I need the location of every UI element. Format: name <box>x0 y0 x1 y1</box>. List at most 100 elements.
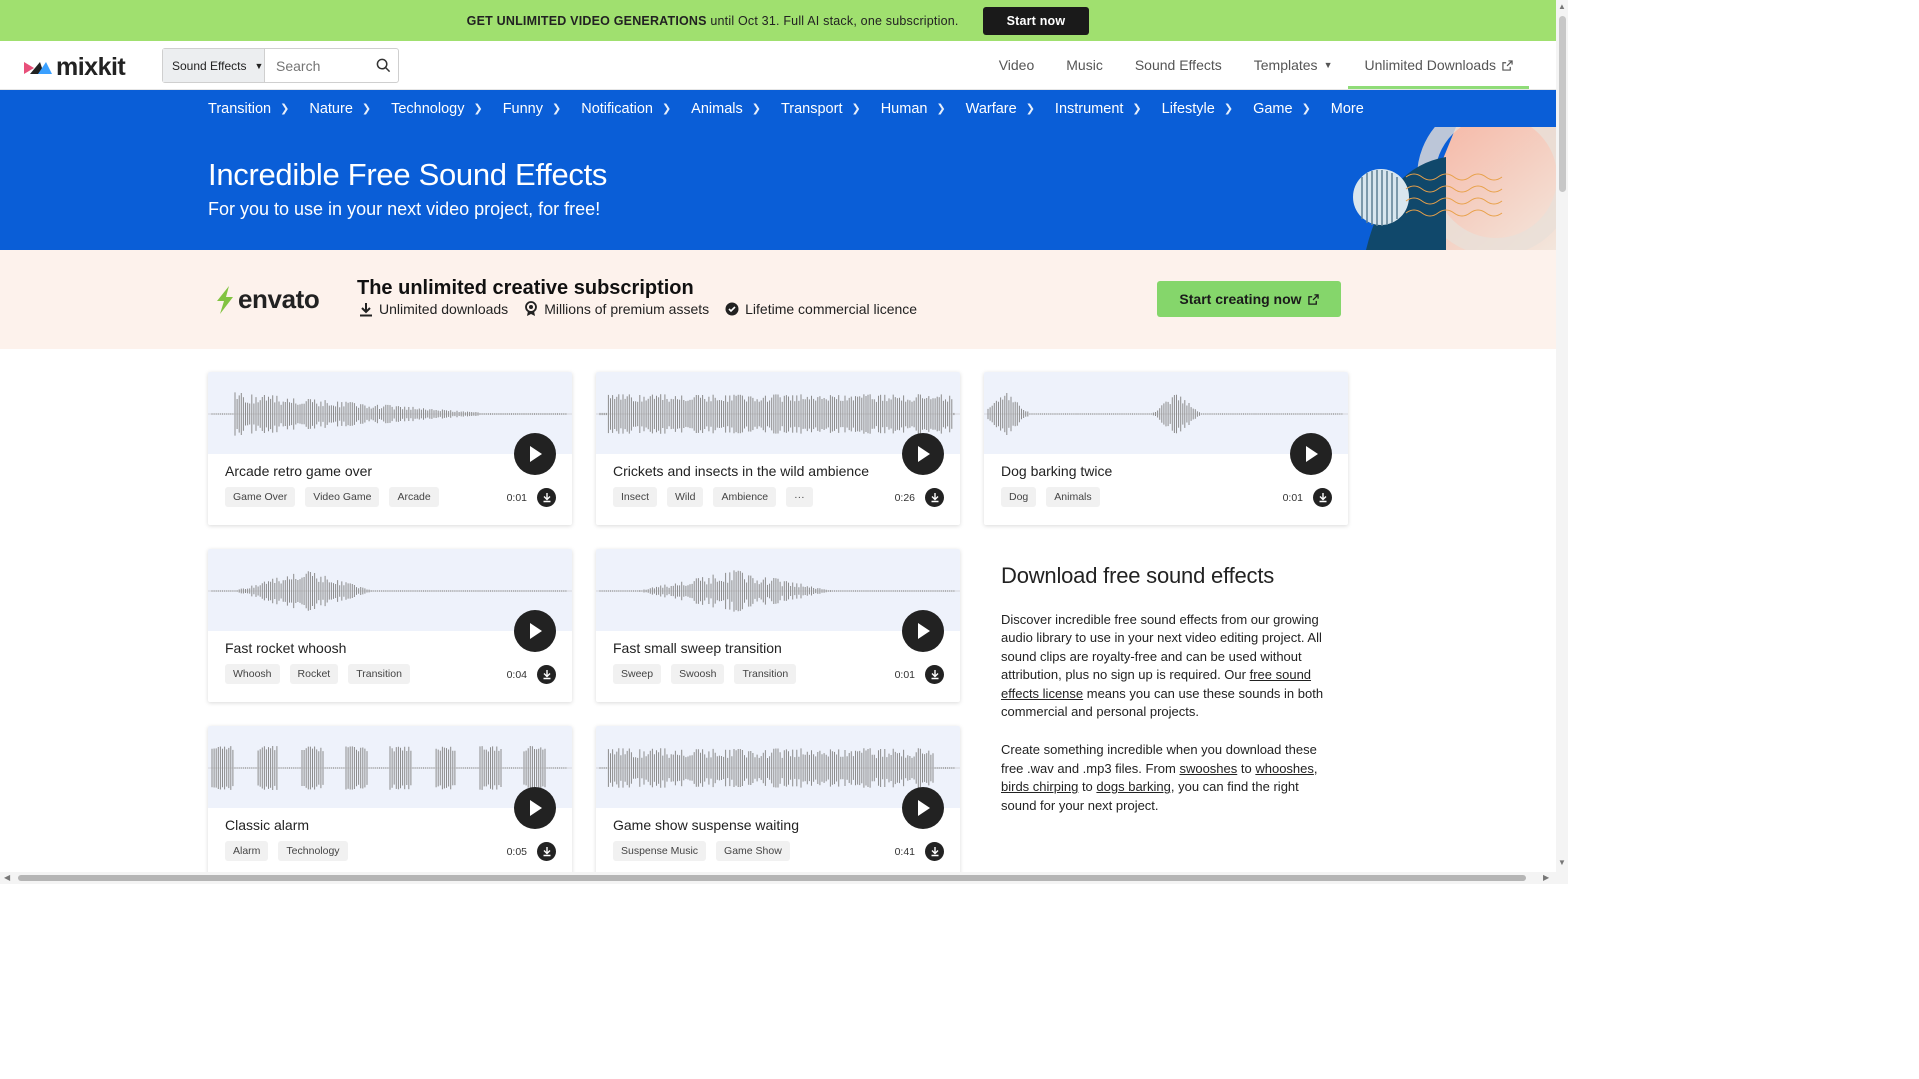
chevron-right-icon: ❯ <box>751 103 761 115</box>
tag[interactable]: Swoosh <box>671 664 725 684</box>
tag[interactable]: Game Show <box>716 841 790 861</box>
tag[interactable]: Whoosh <box>225 664 280 684</box>
play-button[interactable] <box>1290 433 1332 475</box>
search-category-select[interactable]: Sound Effects ▼ <box>163 49 265 82</box>
whooshes-link[interactable]: whooshes <box>1255 761 1314 776</box>
tag[interactable]: Insect <box>613 487 658 507</box>
nav-unlimited-downloads[interactable]: Unlimited Downloads <box>1348 41 1529 89</box>
download-button[interactable] <box>537 488 556 507</box>
search-input[interactable] <box>265 49 368 82</box>
duration: 0:01 <box>506 492 527 504</box>
mixkit-logo[interactable]: mixkit <box>24 53 126 82</box>
play-button[interactable] <box>902 433 944 475</box>
category-game[interactable]: Game ❯ <box>1253 101 1311 117</box>
horizontal-scrollbar[interactable]: ◀ ▶ <box>0 872 1568 884</box>
start-now-button[interactable]: Start now <box>982 6 1090 35</box>
tag[interactable]: Sweep <box>613 664 662 684</box>
sound-title[interactable]: Crickets and insects in the wild ambienc… <box>613 463 869 479</box>
hero-title: Incredible Free Sound Effects <box>208 157 608 192</box>
play-icon <box>1306 446 1318 462</box>
tag[interactable]: Technology <box>278 841 348 861</box>
play-button[interactable] <box>514 610 556 652</box>
sound-card[interactable]: Classic alarm Alarm Technology 0:05 <box>208 726 572 879</box>
tag[interactable]: Arcade <box>389 487 439 507</box>
chevron-right-icon: ❯ <box>661 103 672 115</box>
tag[interactable]: Wild <box>667 487 704 507</box>
category-more[interactable]: More <box>1331 101 1364 117</box>
category-notification[interactable]: Notification ❯ <box>581 101 671 117</box>
tag[interactable]: Alarm <box>225 841 269 861</box>
download-button[interactable] <box>925 488 944 507</box>
external-link-icon <box>1502 59 1513 71</box>
category-technology[interactable]: Technology ❯ <box>391 101 483 117</box>
sound-card[interactable]: Fast rocket whoosh Whoosh Rocket Transition… <box>208 549 572 702</box>
duration: 0:01 <box>894 669 915 681</box>
tag[interactable]: Game Over <box>225 487 296 507</box>
duration: 0:05 <box>506 846 527 858</box>
scroll-right-icon[interactable]: ▶ <box>1543 873 1549 882</box>
download-button[interactable] <box>925 842 944 861</box>
scroll-left-icon[interactable]: ◀ <box>4 873 10 882</box>
category-transport[interactable]: Transport ❯ <box>781 101 861 117</box>
download-button[interactable] <box>537 842 556 861</box>
nav-video[interactable]: Video <box>983 41 1051 89</box>
category-transition[interactable]: Transition ❯ <box>208 101 289 117</box>
horizontal-scroll-thumb[interactable] <box>18 875 1526 881</box>
sound-card[interactable]: Fast small sweep transition Sweep Swoosh Tr… <box>596 549 960 702</box>
tag[interactable]: Transition <box>734 664 797 684</box>
play-icon <box>530 623 542 639</box>
sound-title[interactable]: Fast small sweep transition <box>613 640 782 656</box>
tag[interactable]: Transition <box>348 664 410 684</box>
category-nature[interactable]: Nature ❯ <box>309 101 371 117</box>
download-button[interactable] <box>1313 488 1332 507</box>
sound-title[interactable]: Classic alarm <box>225 817 309 833</box>
category-instrument[interactable]: Instrument ❯ <box>1055 101 1142 117</box>
tag-list: Dog Animals <box>1001 487 1100 507</box>
vertical-scrollbar[interactable]: ▲ ▼ <box>1556 0 1568 872</box>
sound-title[interactable]: Dog barking twice <box>1001 463 1112 479</box>
chevron-right-icon: ❯ <box>552 103 562 115</box>
sound-title[interactable]: Arcade retro game over <box>225 463 372 479</box>
tag[interactable]: Dog <box>1001 487 1037 507</box>
sound-card[interactable]: Crickets and insects in the wild ambienc… <box>596 372 960 525</box>
sound-card[interactable]: Arcade retro game over Game Over Video Gam… <box>208 372 572 525</box>
promo-text: GET UNLIMITED VIDEO GENERATIONS until Oc… <box>466 13 959 28</box>
download-button[interactable] <box>925 665 944 684</box>
category-human[interactable]: Human ❯ <box>881 101 946 117</box>
birds-chirping-link[interactable]: birds chirping <box>1001 779 1078 794</box>
more-tags-button[interactable]: ··· <box>786 487 813 507</box>
category-animals[interactable]: Animals ❯ <box>691 101 761 117</box>
swooshes-link[interactable]: swooshes <box>1179 761 1237 776</box>
tag[interactable]: Animals <box>1046 487 1100 507</box>
dogs-barking-link[interactable]: dogs barking <box>1096 779 1170 794</box>
play-button[interactable] <box>902 610 944 652</box>
sound-card[interactable]: Game show suspense waiting Suspense Music… <box>596 726 960 879</box>
scroll-up-icon[interactable]: ▲ <box>1558 2 1566 11</box>
sound-card[interactable]: Dog barking twice Dog Animals 0:01 <box>984 372 1348 525</box>
search-icon[interactable] <box>368 58 398 73</box>
tag[interactable]: Rocket <box>289 664 339 684</box>
sound-title[interactable]: Game show suspense waiting <box>613 817 799 833</box>
download-button[interactable] <box>537 665 556 684</box>
nav-templates[interactable]: Templates ▼ <box>1238 41 1349 89</box>
tag[interactable]: Suspense Music <box>613 841 707 861</box>
category-funny[interactable]: Funny ❯ <box>503 101 562 117</box>
nav-sound-effects[interactable]: Sound Effects <box>1119 41 1238 89</box>
category-lifestyle[interactable]: Lifestyle ❯ <box>1162 101 1233 117</box>
external-link-icon <box>1307 293 1319 305</box>
category-warfare[interactable]: Warfare ❯ <box>966 101 1035 117</box>
envato-leaf-icon <box>217 285 233 314</box>
sound-title[interactable]: Fast rocket whoosh <box>225 640 346 656</box>
start-creating-now-button[interactable]: Start creating now <box>1157 281 1341 317</box>
play-button[interactable] <box>514 433 556 475</box>
envato-logo[interactable]: envato <box>215 284 320 315</box>
check-circle-icon <box>725 302 739 316</box>
vertical-scroll-thumb[interactable] <box>1559 16 1566 192</box>
play-button[interactable] <box>514 787 556 829</box>
scroll-down-icon[interactable]: ▼ <box>1558 858 1566 867</box>
play-button[interactable] <box>902 787 944 829</box>
tag[interactable]: Ambience <box>713 487 777 507</box>
nav-music[interactable]: Music <box>1050 41 1119 89</box>
download-icon <box>1319 493 1326 503</box>
tag[interactable]: Video Game <box>305 487 380 507</box>
